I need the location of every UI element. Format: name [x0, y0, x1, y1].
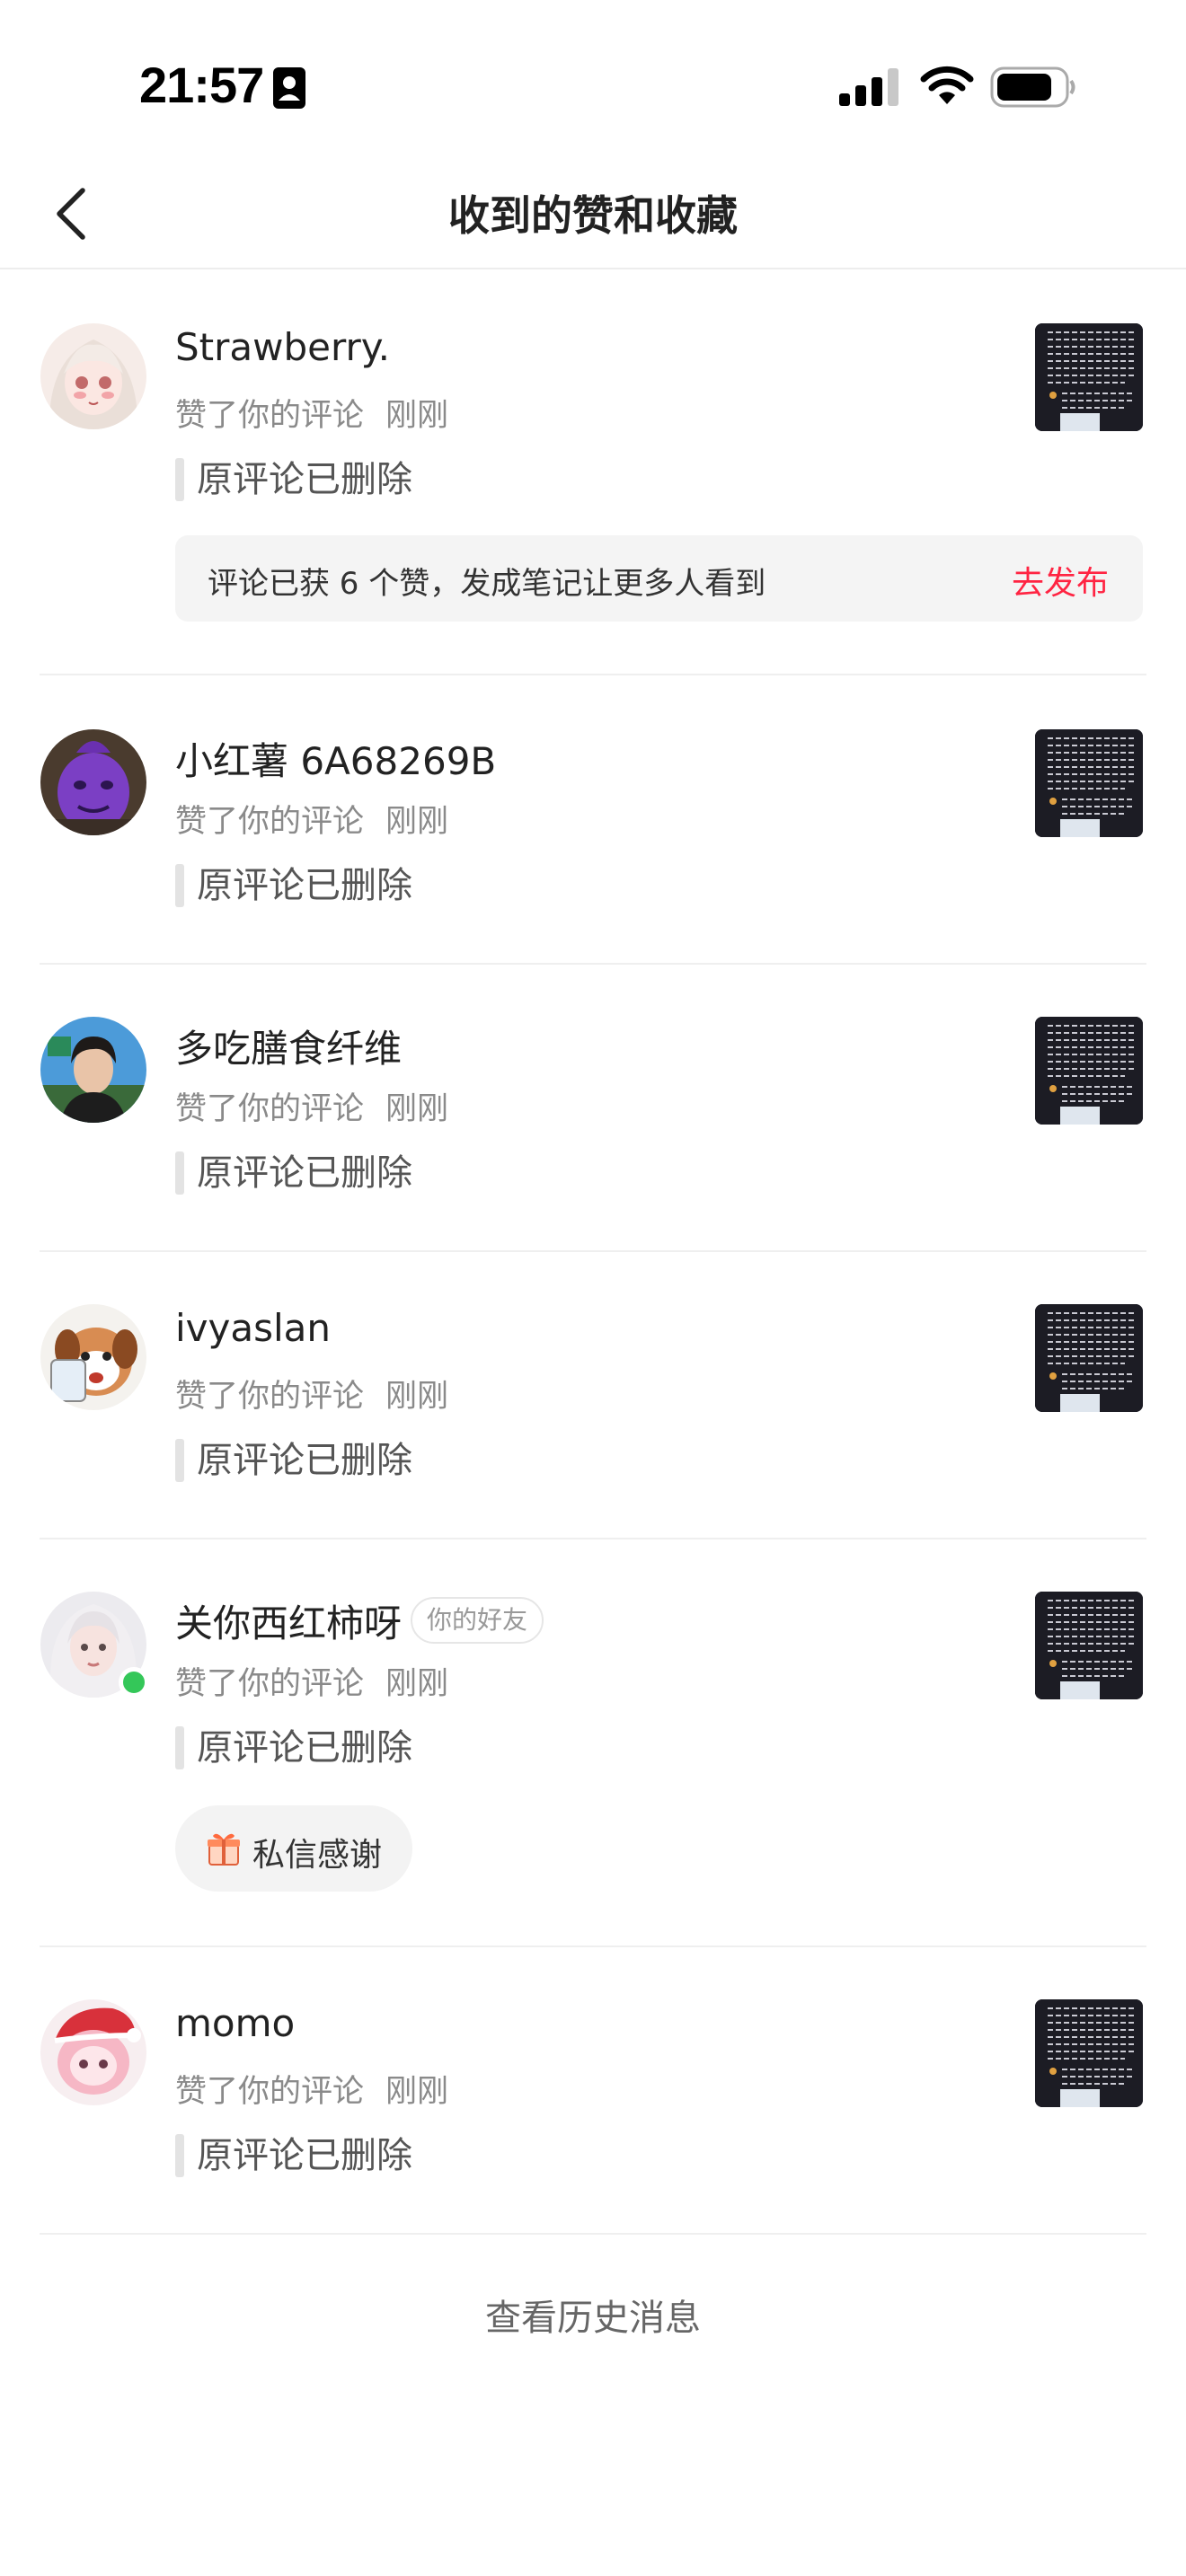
divider	[40, 1538, 1146, 1539]
friend-badge: 你的好友	[411, 1597, 544, 1644]
gift-icon	[208, 1833, 240, 1866]
note-thumbnail[interactable]	[1035, 1304, 1143, 1412]
timestamp: 刚刚	[385, 1379, 449, 1415]
page: 21:57 收到的赞和收藏 Strawberry. 赞了你的评论 刚刚 原评论已…	[0, 0, 1186, 2576]
action-text: 赞了你的评论	[175, 398, 365, 434]
wifi-icon	[920, 66, 974, 104]
divider	[40, 1945, 1146, 1947]
note-thumbnail[interactable]	[1035, 1592, 1143, 1699]
username[interactable]: 小红薯 6A68269B	[175, 731, 496, 786]
view-history-link[interactable]: 查看历史消息	[0, 2289, 1186, 2341]
note-thumbnail[interactable]	[1035, 729, 1143, 837]
online-status-dot	[119, 1667, 149, 1698]
timestamp: 刚刚	[385, 804, 449, 840]
note-thumbnail[interactable]	[1035, 1017, 1143, 1125]
quoted-comment: 原评论已删除	[175, 456, 412, 503]
quoted-comment: 原评论已删除	[175, 1725, 412, 1771]
thanks-label: 私信感谢	[252, 1837, 383, 1874]
cellular-signal-icon	[839, 68, 898, 106]
username[interactable]: 关你西红柿呀	[175, 1593, 402, 1648]
action-text: 赞了你的评论	[175, 1666, 365, 1702]
contact-card-icon	[273, 67, 305, 109]
battery-icon	[990, 66, 1075, 108]
page-title: 收到的赞和收藏	[448, 191, 738, 240]
username[interactable]: Strawberry.	[175, 325, 390, 369]
avatar[interactable]	[40, 1017, 146, 1123]
avatar[interactable]	[40, 323, 146, 429]
username[interactable]: ivyaslan	[175, 1306, 331, 1350]
notification-meta: 赞了你的评论 刚刚	[175, 1083, 448, 1129]
publish-button[interactable]: 去发布	[1012, 557, 1109, 604]
thank-via-message-button[interactable]: 私信感谢	[175, 1805, 412, 1892]
action-text: 赞了你的评论	[175, 1379, 365, 1415]
notification-meta: 赞了你的评论 刚刚	[175, 390, 448, 436]
action-text: 赞了你的评论	[175, 804, 365, 840]
notification-meta: 赞了你的评论 刚刚	[175, 1658, 448, 1704]
notification-meta: 赞了你的评论 刚刚	[175, 1371, 448, 1416]
username[interactable]: 多吃膳食纤维	[175, 1019, 402, 1073]
promo-text: 评论已获 6 个赞，发成笔记让更多人看到	[208, 566, 766, 602]
divider	[40, 963, 1146, 965]
timestamp: 刚刚	[385, 2074, 449, 2110]
status-time: 21:57	[139, 57, 264, 113]
note-thumbnail[interactable]	[1035, 1999, 1143, 2107]
avatar[interactable]	[40, 1999, 146, 2105]
avatar[interactable]	[40, 1304, 146, 1410]
quoted-comment: 原评论已删除	[175, 1150, 412, 1196]
action-text: 赞了你的评论	[175, 2074, 365, 2110]
avatar[interactable]	[40, 729, 146, 835]
quoted-comment: 原评论已删除	[175, 862, 412, 909]
quoted-comment: 原评论已删除	[175, 1437, 412, 1484]
nav-bar: 收到的赞和收藏	[0, 162, 1186, 269]
divider	[40, 1250, 1146, 1252]
divider	[40, 2233, 1146, 2235]
divider	[40, 674, 1146, 675]
status-bar: 21:57	[0, 0, 1186, 162]
note-thumbnail[interactable]	[1035, 323, 1143, 431]
quoted-comment: 原评论已删除	[175, 2132, 412, 2179]
timestamp: 刚刚	[385, 1666, 449, 1702]
timestamp: 刚刚	[385, 1091, 449, 1127]
action-text: 赞了你的评论	[175, 1091, 365, 1127]
publish-promo-banner: 评论已获 6 个赞，发成笔记让更多人看到 去发布	[175, 535, 1143, 622]
username[interactable]: momo	[175, 2001, 295, 2045]
timestamp: 刚刚	[385, 398, 449, 434]
notification-meta: 赞了你的评论 刚刚	[175, 796, 448, 842]
notification-meta: 赞了你的评论 刚刚	[175, 2066, 448, 2112]
